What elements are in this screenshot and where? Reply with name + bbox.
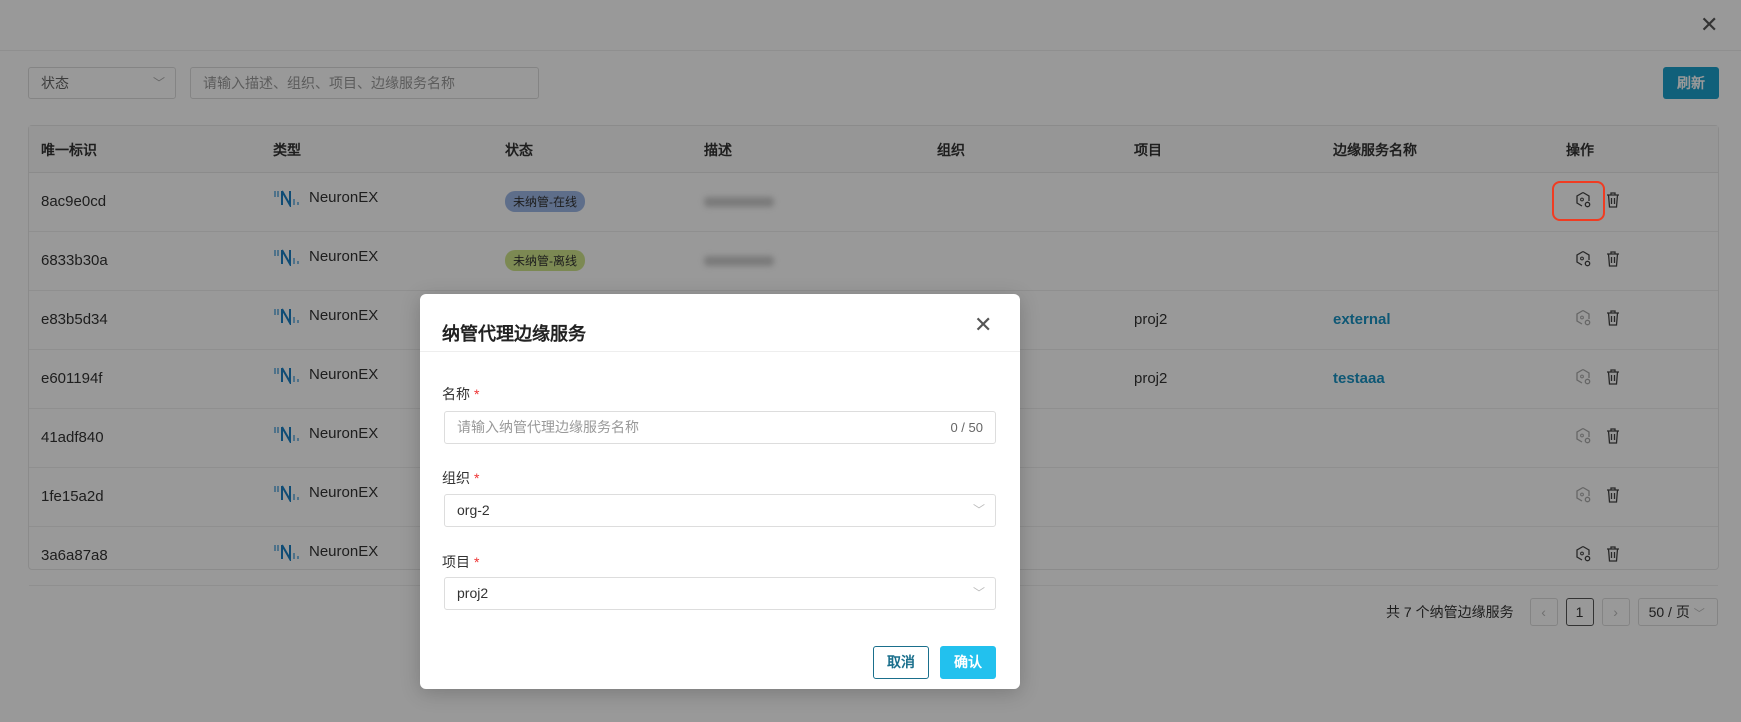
chevron-down-icon: ﹀: [972, 586, 985, 600]
confirm-button[interactable]: 确认: [940, 646, 996, 679]
dialog-title: 纳管代理边缘服务: [442, 324, 586, 344]
chevron-down-icon: ﹀: [972, 503, 985, 517]
name-placeholder: 请输入纳管代理边缘服务名称: [457, 419, 639, 435]
project-select[interactable]: proj2 ﹀: [444, 577, 996, 610]
project-label: 项目 *: [442, 554, 480, 570]
manage-edge-service-dialog: 纳管代理边缘服务 ✕ 名称 * 请输入纳管代理边缘服务名称 0 / 50 组织 * o…: [420, 294, 1020, 689]
close-icon[interactable]: ✕: [974, 312, 992, 338]
org-select[interactable]: org-2 ﹀: [444, 494, 996, 527]
cancel-button[interactable]: 取消: [873, 646, 929, 679]
org-label: 组织 *: [442, 470, 480, 486]
char-count: 0 / 50: [950, 420, 983, 435]
divider: [420, 351, 1020, 352]
project-value: proj2: [457, 585, 489, 601]
name-input[interactable]: 请输入纳管代理边缘服务名称 0 / 50: [444, 411, 996, 444]
highlight-box: [1552, 181, 1605, 221]
org-value: org-2: [457, 502, 490, 518]
name-label: 名称 *: [442, 386, 480, 402]
